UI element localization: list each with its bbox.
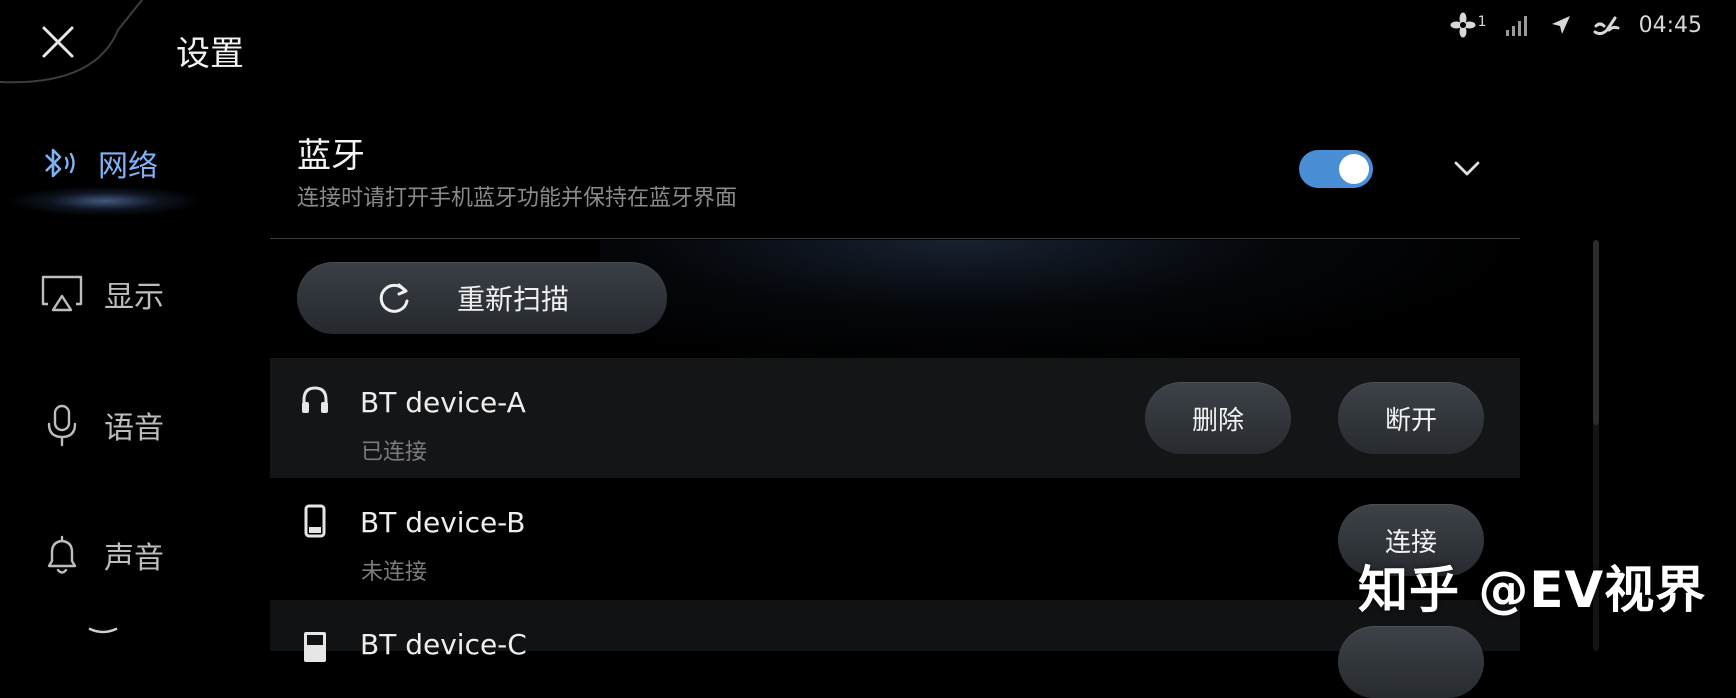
seat-heater-icon	[1593, 16, 1620, 36]
sidebar-item-display[interactable]: 显示	[40, 259, 230, 329]
device-name: BT device-A	[360, 386, 526, 419]
fan-icon	[1450, 12, 1476, 38]
fan-level: 1	[1477, 14, 1487, 30]
status-bar: 1 04:45	[1450, 10, 1702, 40]
device-name: BT device-C	[360, 628, 527, 661]
headphones-icon	[302, 386, 328, 413]
device-row[interactable]: BT device-C	[270, 600, 1520, 698]
navigation-arrow-icon	[1551, 16, 1570, 34]
clock: 04:45	[1638, 12, 1702, 38]
watermark: 知乎 @EV视界	[1358, 561, 1707, 619]
scrollbar-thumb[interactable]	[1593, 240, 1599, 425]
scan-glow	[600, 240, 1500, 360]
toggle-knob	[1339, 154, 1369, 184]
sidebar-item-label: 显示	[104, 280, 164, 315]
close-button[interactable]	[38, 22, 78, 62]
rescan-label: 重新扫描	[457, 283, 570, 316]
refresh-icon	[379, 283, 409, 313]
close-icon	[42, 26, 74, 58]
microphone-icon	[47, 404, 77, 447]
fan-status: 1	[1450, 12, 1487, 38]
device-row[interactable]: BT device-A 已连接 删除 断开	[270, 358, 1520, 478]
device-action-button[interactable]	[1338, 626, 1484, 698]
sidebar-item-network[interactable]: 网络	[40, 128, 230, 198]
disconnect-button[interactable]: 断开	[1338, 382, 1484, 454]
bluetooth-subtitle: 连接时请打开手机蓝牙功能并保持在蓝牙界面	[297, 186, 738, 211]
bluetooth-icon	[45, 148, 75, 178]
chevron-down-icon[interactable]	[1452, 156, 1482, 180]
screen-cast-icon	[41, 275, 83, 312]
sidebar-item-label: 声音	[104, 541, 164, 576]
device-name: BT device-B	[360, 506, 526, 539]
rescan-button[interactable]: 重新扫描	[297, 262, 667, 334]
signal-icon	[1505, 16, 1527, 36]
sidebar-item-sound[interactable]: 声音	[40, 520, 230, 590]
bell-icon	[47, 535, 77, 574]
sidebar-item-label: 语音	[104, 411, 164, 446]
divider	[270, 238, 1520, 239]
bluetooth-toggle[interactable]	[1299, 150, 1373, 188]
delete-button[interactable]: 删除	[1145, 382, 1291, 454]
chevron-down-icon[interactable]	[86, 622, 120, 642]
device-status: 已连接	[361, 440, 428, 465]
sidebar-item-label: 网络	[98, 149, 158, 184]
bluetooth-title: 蓝牙	[297, 136, 365, 176]
device-status: 未连接	[361, 560, 428, 585]
phone-icon	[304, 504, 326, 538]
page-title: 设置	[176, 34, 244, 74]
device-row[interactable]: BT device-B 未连接 连接	[270, 478, 1520, 598]
device-icon	[304, 632, 326, 662]
sidebar-item-voice[interactable]: 语音	[40, 390, 230, 460]
